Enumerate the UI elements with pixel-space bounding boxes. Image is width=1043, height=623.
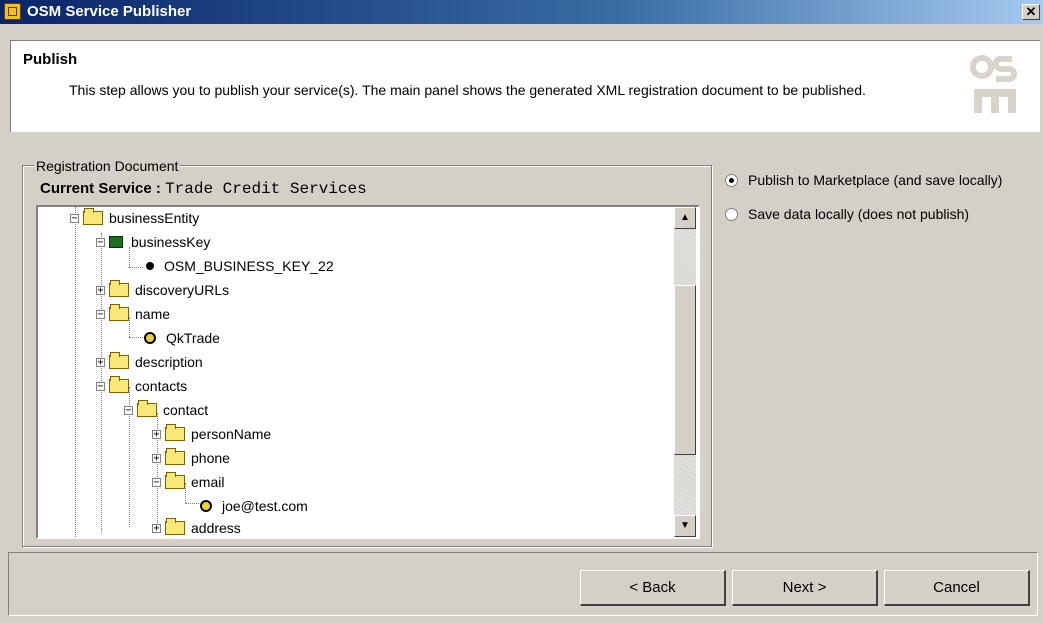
tree-node-name-value[interactable]: QkTrade xyxy=(144,327,220,349)
title-bar: OSM Service Publisher ✕ xyxy=(0,0,1043,24)
window-title: OSM Service Publisher xyxy=(27,3,192,20)
folder-icon xyxy=(165,472,185,489)
current-service-value: Trade Credit Services xyxy=(165,180,367,198)
scroll-thumb[interactable] xyxy=(674,285,696,455)
tree-node-label: businessEntity xyxy=(109,210,200,226)
expand-icon[interactable]: + xyxy=(152,523,161,533)
tree-line xyxy=(185,503,199,504)
folder-icon xyxy=(165,448,185,465)
folder-icon xyxy=(109,352,129,369)
tree-node-label: contacts xyxy=(135,378,188,394)
tree-node-label: address xyxy=(191,520,241,536)
tree-node-businessentity[interactable]: − businessEntity xyxy=(70,207,199,229)
publish-option[interactable]: Publish to Marketplace (and save locally… xyxy=(725,172,1002,188)
app-icon xyxy=(4,3,21,20)
tree-node-name[interactable]: − name xyxy=(96,303,170,325)
value-ring-icon xyxy=(144,332,156,344)
tree-node-businesskey[interactable]: − businessKey xyxy=(96,231,210,253)
collapse-icon[interactable]: − xyxy=(96,309,105,319)
bullet-icon xyxy=(146,262,154,270)
save-locally-radio[interactable] xyxy=(725,207,738,221)
tree-node-business-key-value[interactable]: OSM_BUSINESS_KEY_22 xyxy=(146,255,334,277)
folder-icon xyxy=(109,280,129,297)
tree-node-email-value[interactable]: joe@test.com xyxy=(200,495,308,517)
scroll-up-button[interactable]: ▲ xyxy=(674,207,696,229)
tree-node-email[interactable]: − email xyxy=(152,471,224,493)
close-button[interactable]: ✕ xyxy=(1022,4,1040,20)
collapse-icon[interactable]: − xyxy=(124,405,133,415)
folder-icon xyxy=(165,518,185,535)
osm-logo xyxy=(970,55,1018,113)
tree-node-phone[interactable]: + phone xyxy=(152,447,230,469)
tree-line xyxy=(129,267,143,268)
header-panel: Publish This step allows you to publish … xyxy=(10,40,1040,132)
tree-node-contact[interactable]: − contact xyxy=(124,399,208,421)
tree-scrollbar[interactable]: ▲ ▼ xyxy=(674,207,696,537)
collapse-icon[interactable]: − xyxy=(152,477,161,487)
tree-line xyxy=(75,207,76,537)
save-locally-option-label: Save data locally (does not publish) xyxy=(748,206,970,222)
tree-node-personname[interactable]: + personName xyxy=(152,423,271,445)
tree-line xyxy=(129,337,143,338)
value-ring-icon xyxy=(200,500,212,512)
expand-icon[interactable]: + xyxy=(96,285,105,295)
tree-node-label: personName xyxy=(191,426,272,442)
tree-node-address[interactable]: + address xyxy=(152,517,241,537)
folder-icon xyxy=(83,208,103,225)
tree-node-label: businessKey xyxy=(131,234,211,250)
collapse-icon[interactable]: − xyxy=(96,381,105,391)
key-icon xyxy=(109,236,123,248)
folder-icon xyxy=(137,400,157,417)
folder-icon xyxy=(109,376,129,393)
expand-icon[interactable]: + xyxy=(152,453,161,463)
tree-node-label: description xyxy=(135,354,203,370)
save-locally-option[interactable]: Save data locally (does not publish) xyxy=(725,206,969,222)
tree-node-discoveryurls[interactable]: + discoveryURLs xyxy=(96,279,229,301)
collapse-icon[interactable]: − xyxy=(70,213,79,223)
registration-group-label: Registration Document xyxy=(34,158,181,174)
tree-node-contacts[interactable]: − contacts xyxy=(96,375,187,397)
tree-node-label: email xyxy=(191,474,225,490)
tree-node-label: OSM_BUSINESS_KEY_22 xyxy=(164,258,334,274)
expand-icon[interactable]: + xyxy=(96,357,105,367)
folder-icon xyxy=(165,424,185,441)
next-button[interactable]: Next > xyxy=(732,570,878,606)
page-title: Publish xyxy=(23,51,78,68)
publish-radio[interactable] xyxy=(725,173,738,187)
tree-node-label: QkTrade xyxy=(166,330,220,346)
tree-node-label: contact xyxy=(163,402,209,418)
collapse-icon[interactable]: − xyxy=(96,237,105,247)
publish-option-label: Publish to Marketplace (and save locally… xyxy=(748,172,1003,188)
tree-node-label: phone xyxy=(191,450,230,466)
tree-node-label: discoveryURLs xyxy=(135,282,230,298)
scroll-down-button[interactable]: ▼ xyxy=(674,515,696,537)
tree-node-label: joe@test.com xyxy=(222,498,308,514)
xml-tree-view[interactable]: − businessEntity − businessKey OSM_BUSIN… xyxy=(36,205,700,539)
page-description: This step allows you to publish your ser… xyxy=(69,82,866,98)
folder-icon xyxy=(109,304,129,321)
current-service-label: Current Service : xyxy=(40,180,161,197)
cancel-button[interactable]: Cancel xyxy=(884,570,1030,606)
expand-icon[interactable]: + xyxy=(152,429,161,439)
current-service: Current Service : Trade Credit Services xyxy=(40,180,367,198)
tree-node-label: name xyxy=(135,306,171,322)
back-button[interactable]: < Back xyxy=(580,570,726,606)
tree-node-description[interactable]: + description xyxy=(96,351,203,373)
